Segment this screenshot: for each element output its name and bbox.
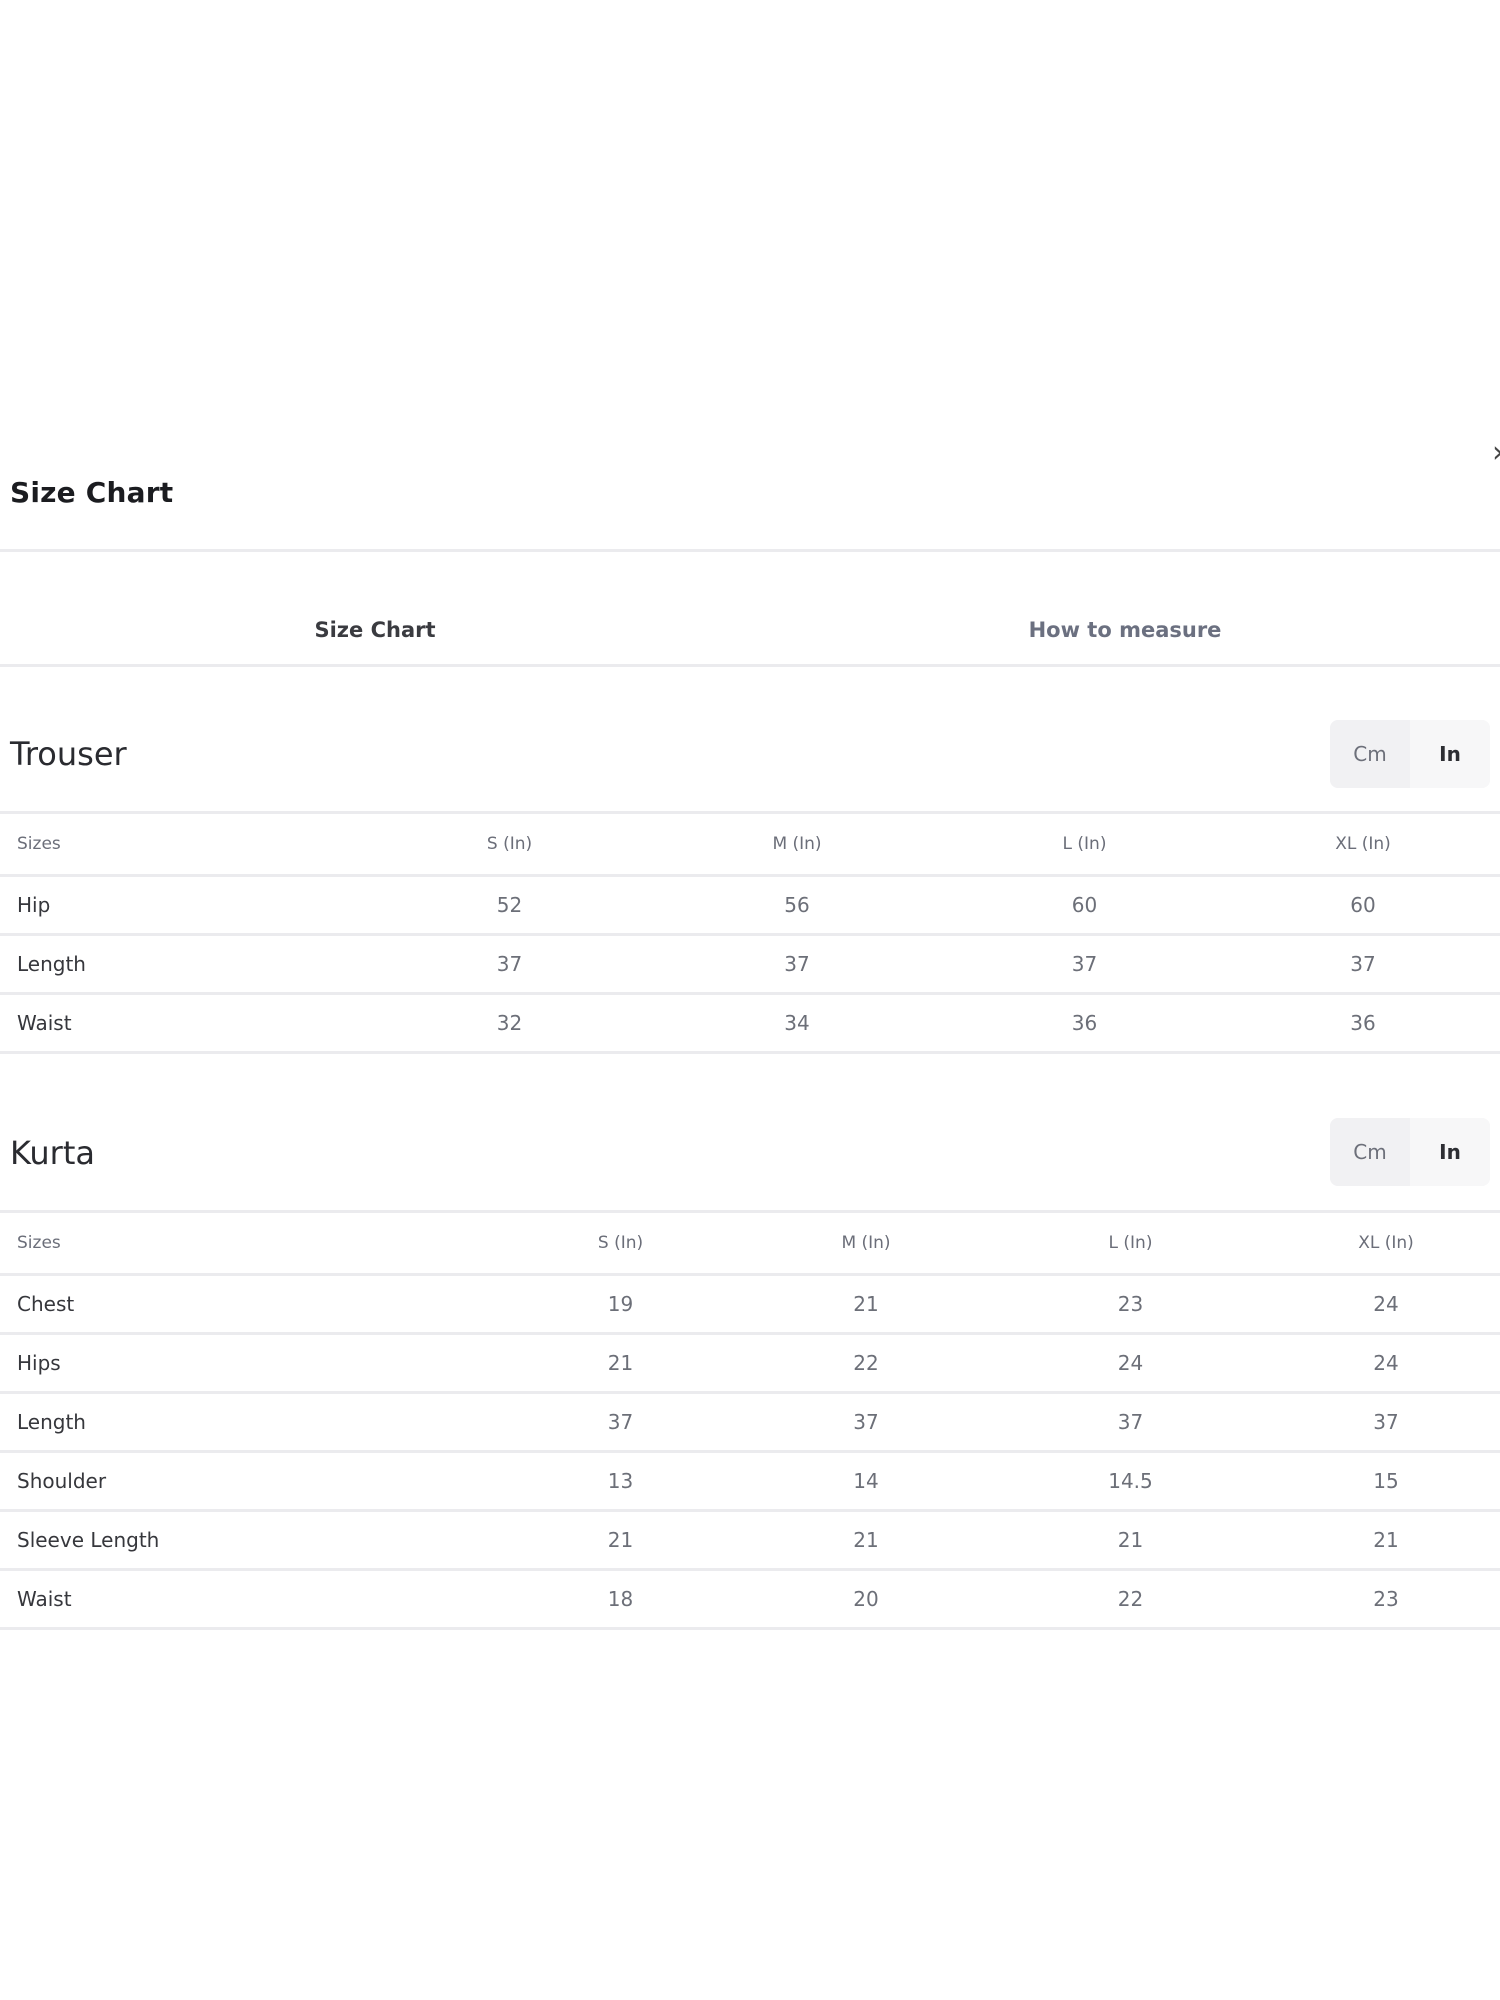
table-cell: 37 (943, 934, 1226, 995)
row-label: Hip (0, 875, 368, 936)
column-header: S (In) (368, 811, 651, 877)
column-header: L (In) (943, 811, 1226, 877)
table-cell: 21 (743, 1510, 989, 1571)
table-cell: 37 (989, 1392, 1272, 1453)
table-cell: 21 (743, 1274, 989, 1335)
table-cell: 56 (651, 875, 943, 936)
trouser-size-table: Sizes S (In) M (In) L (In) XL (In) Hip 5… (0, 811, 1500, 1054)
table-header-row: Sizes S (In) M (In) L (In) XL (In) (0, 1210, 1500, 1276)
kurta-title: Kurta (10, 1134, 95, 1172)
table-row: Chest 19 21 23 24 (0, 1274, 1500, 1335)
unit-in-button[interactable]: In (1410, 720, 1490, 788)
row-label: Shoulder (0, 1451, 498, 1512)
table-cell: 37 (651, 934, 943, 995)
kurta-unit-toggle: Cm In (1330, 1118, 1490, 1186)
row-label: Waist (0, 1569, 498, 1630)
table-cell: 21 (498, 1510, 743, 1571)
column-header: L (In) (989, 1210, 1272, 1276)
table-cell: 37 (743, 1392, 989, 1453)
unit-cm-button[interactable]: Cm (1330, 720, 1410, 788)
table-cell: 37 (368, 934, 651, 995)
table-cell: 21 (1272, 1510, 1500, 1571)
size-chart-modal: › Size Chart Size Chart How to measure T… (0, 0, 1500, 2000)
row-label: Hips (0, 1333, 498, 1394)
header-divider (0, 549, 1500, 552)
unit-cm-button[interactable]: Cm (1330, 1118, 1410, 1186)
tab-how-to-measure[interactable]: How to measure (750, 586, 1500, 674)
table-cell: 24 (1272, 1333, 1500, 1394)
column-header: XL (In) (1272, 1210, 1500, 1276)
table-cell: 20 (743, 1569, 989, 1630)
table-cell: 52 (368, 875, 651, 936)
row-label: Waist (0, 993, 368, 1054)
table-cell: 23 (1272, 1569, 1500, 1630)
table-cell: 23 (989, 1274, 1272, 1335)
unit-in-button[interactable]: In (1410, 1118, 1490, 1186)
table-cell: 37 (498, 1392, 743, 1453)
table-cell: 37 (1226, 934, 1500, 995)
table-row: Length 37 37 37 37 (0, 934, 1500, 995)
table-cell: 14 (743, 1451, 989, 1512)
trouser-unit-toggle: Cm In (1330, 720, 1490, 788)
table-cell: 21 (989, 1510, 1272, 1571)
column-header: M (In) (743, 1210, 989, 1276)
table-cell: 13 (498, 1451, 743, 1512)
table-cell: 22 (743, 1333, 989, 1394)
table-row: Sleeve Length 21 21 21 21 (0, 1510, 1500, 1571)
tab-size-chart[interactable]: Size Chart (0, 586, 750, 674)
column-header: M (In) (651, 811, 943, 877)
table-row: Hip 52 56 60 60 (0, 875, 1500, 936)
table-row: Shoulder 13 14 14.5 15 (0, 1451, 1500, 1512)
row-label: Sleeve Length (0, 1510, 498, 1571)
close-icon[interactable]: › (1492, 436, 1500, 470)
column-header: XL (In) (1226, 811, 1500, 877)
trouser-title: Trouser (10, 735, 127, 773)
row-label: Length (0, 1392, 498, 1453)
table-cell: 37 (1272, 1392, 1500, 1453)
table-cell: 36 (1226, 993, 1500, 1054)
column-header: Sizes (0, 1210, 498, 1276)
table-cell: 15 (1272, 1451, 1500, 1512)
table-row: Waist 32 34 36 36 (0, 993, 1500, 1054)
table-row: Hips 21 22 24 24 (0, 1333, 1500, 1394)
table-cell: 60 (943, 875, 1226, 936)
row-label: Chest (0, 1274, 498, 1335)
tab-bar: Size Chart How to measure (0, 586, 1500, 674)
table-cell: 24 (1272, 1274, 1500, 1335)
table-cell: 14.5 (989, 1451, 1272, 1512)
table-cell: 22 (989, 1569, 1272, 1630)
row-label: Length (0, 934, 368, 995)
table-row: Waist 18 20 22 23 (0, 1569, 1500, 1630)
table-row: Length 37 37 37 37 (0, 1392, 1500, 1453)
kurta-size-table: Sizes S (In) M (In) L (In) XL (In) Chest… (0, 1210, 1500, 1630)
table-cell: 32 (368, 993, 651, 1054)
table-cell: 60 (1226, 875, 1500, 936)
table-cell: 18 (498, 1569, 743, 1630)
table-header-row: Sizes S (In) M (In) L (In) XL (In) (0, 811, 1500, 877)
column-header: S (In) (498, 1210, 743, 1276)
column-header: Sizes (0, 811, 368, 877)
table-cell: 24 (989, 1333, 1272, 1394)
table-cell: 21 (498, 1333, 743, 1394)
tabs-divider (0, 664, 1500, 667)
table-cell: 34 (651, 993, 943, 1054)
table-cell: 19 (498, 1274, 743, 1335)
table-cell: 36 (943, 993, 1226, 1054)
modal-title: Size Chart (10, 476, 174, 509)
